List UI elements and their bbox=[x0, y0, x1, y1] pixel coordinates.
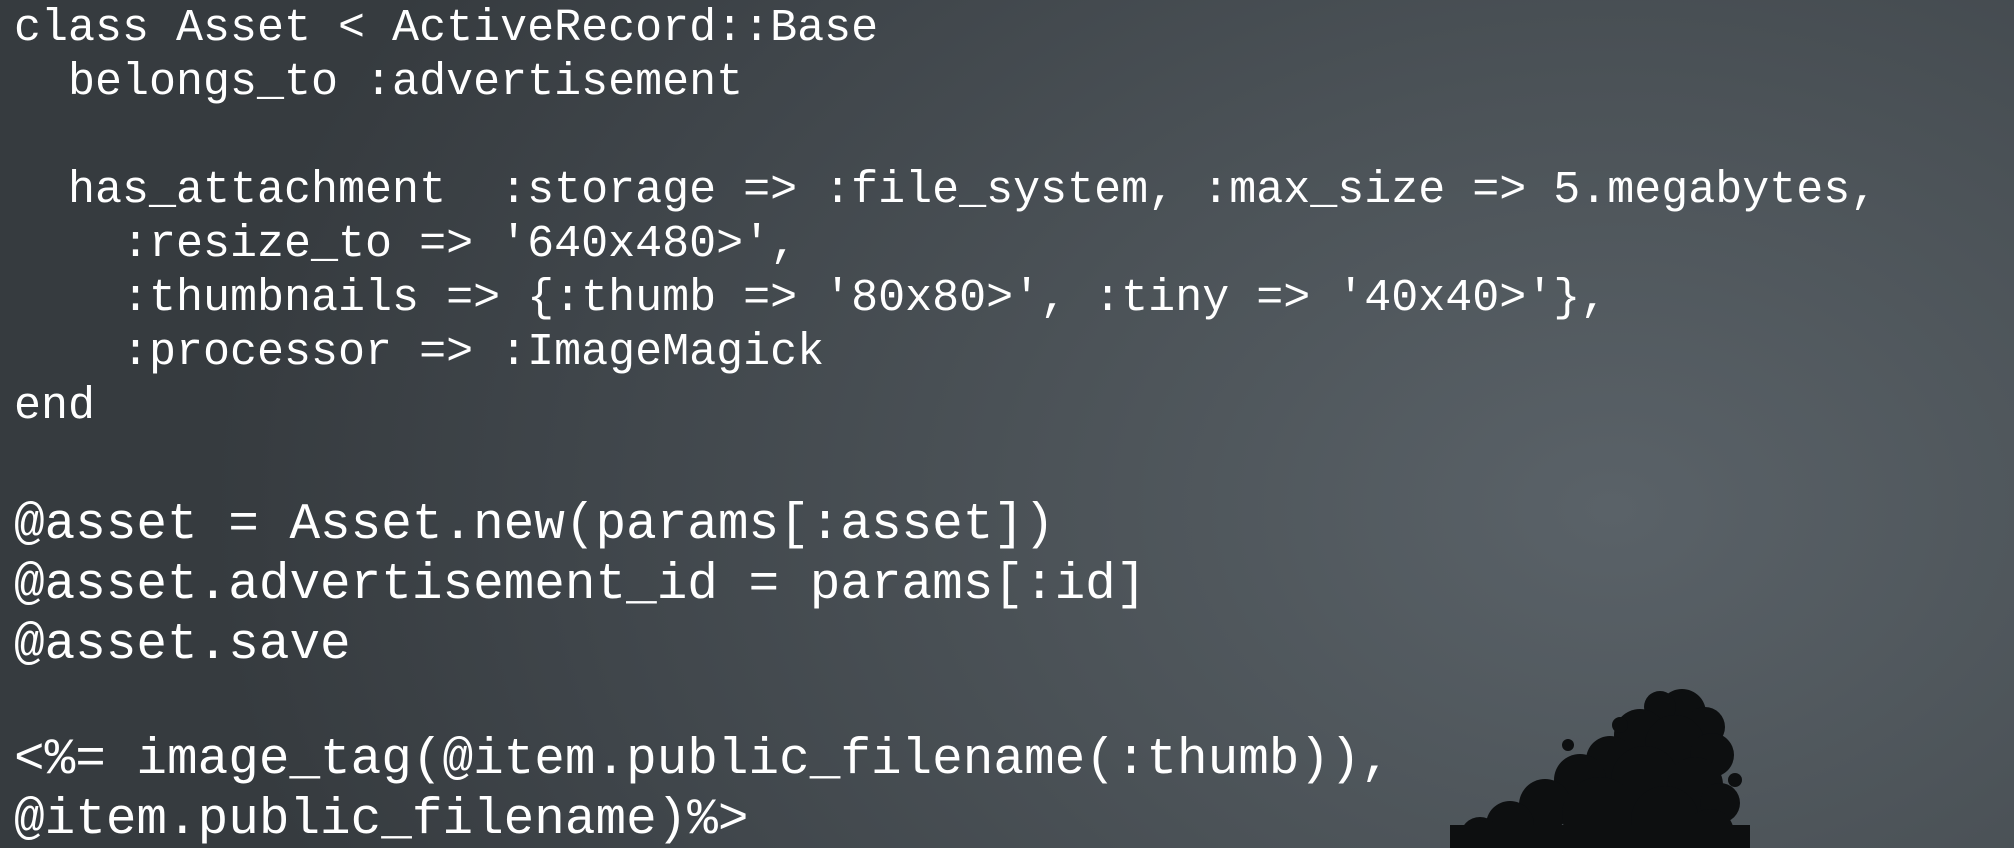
code-line: belongs_to :advertisement bbox=[14, 57, 744, 108]
code-line: <%= image_tag(@item.public_filename(:thu… bbox=[14, 732, 1392, 789]
code-line: @item.public_filename)%> bbox=[14, 792, 749, 848]
code-line: :resize_to => '640x480>', bbox=[14, 219, 798, 270]
code-line: @asset = Asset.new(params[:asset]) bbox=[14, 497, 1055, 554]
code-line: has_attachment :storage => :file_system,… bbox=[14, 165, 1878, 216]
slide: class Asset < ActiveRecord::Base belongs… bbox=[0, 0, 2014, 848]
code-line: :processor => :ImageMagick bbox=[14, 327, 825, 378]
code-line: class Asset < ActiveRecord::Base bbox=[14, 3, 879, 54]
code-line: :thumbnails => {:thumb => '80x80>', :tin… bbox=[14, 273, 1608, 324]
tree-silhouette-icon bbox=[1450, 689, 1750, 848]
code-line: end bbox=[14, 381, 96, 432]
code-line: @asset.advertisement_id = params[:id] bbox=[14, 557, 1147, 614]
code-line: @asset.save bbox=[14, 617, 351, 674]
